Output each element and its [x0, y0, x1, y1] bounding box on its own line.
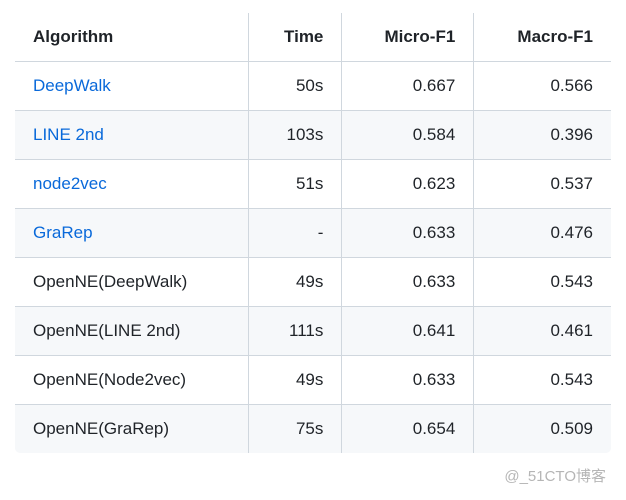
- algorithm-link[interactable]: GraRep: [33, 223, 93, 242]
- table-row: OpenNE(LINE 2nd) 111s0.6410.461: [15, 307, 612, 356]
- table-row: OpenNE(Node2vec) 49s0.6330.543: [15, 356, 612, 405]
- cell-macro-f1: 0.543: [474, 258, 612, 307]
- cell-micro-f1: 0.633: [342, 258, 474, 307]
- cell-macro-f1: 0.476: [474, 209, 612, 258]
- algorithm-text: OpenNE(LINE 2nd): [33, 321, 180, 340]
- cell-macro-f1: 0.566: [474, 62, 612, 111]
- cell-algorithm: OpenNE(Node2vec): [15, 356, 249, 405]
- cell-macro-f1: 0.396: [474, 111, 612, 160]
- cell-micro-f1: 0.584: [342, 111, 474, 160]
- cell-algorithm: OpenNE(GraRep): [15, 405, 249, 454]
- algorithm-text: OpenNE(GraRep): [33, 419, 169, 438]
- results-table: Algorithm Time Micro-F1 Macro-F1 DeepWal…: [14, 12, 612, 454]
- table-row: node2vec 51s0.6230.537: [15, 160, 612, 209]
- cell-algorithm: DeepWalk: [15, 62, 249, 111]
- col-header-time: Time: [248, 13, 341, 62]
- cell-macro-f1: 0.543: [474, 356, 612, 405]
- cell-macro-f1: 0.537: [474, 160, 612, 209]
- cell-algorithm: OpenNE(LINE 2nd): [15, 307, 249, 356]
- cell-time: 50s: [248, 62, 341, 111]
- cell-micro-f1: 0.641: [342, 307, 474, 356]
- table-row: OpenNE(DeepWalk) 49s0.6330.543: [15, 258, 612, 307]
- table-header-row: Algorithm Time Micro-F1 Macro-F1: [15, 13, 612, 62]
- table-row: LINE 2nd 103s0.5840.396: [15, 111, 612, 160]
- algorithm-text: OpenNE(Node2vec): [33, 370, 186, 389]
- cell-algorithm: LINE 2nd: [15, 111, 249, 160]
- algorithm-link[interactable]: LINE 2nd: [33, 125, 104, 144]
- cell-macro-f1: 0.461: [474, 307, 612, 356]
- watermark: @_51CTO博客: [504, 465, 606, 486]
- algorithm-text: OpenNE(DeepWalk): [33, 272, 187, 291]
- col-header-algorithm: Algorithm: [15, 13, 249, 62]
- col-header-macro-f1: Macro-F1: [474, 13, 612, 62]
- cell-time: -: [248, 209, 341, 258]
- cell-micro-f1: 0.633: [342, 209, 474, 258]
- table-body: DeepWalk50s0.6670.566LINE 2nd103s0.5840.…: [15, 62, 612, 454]
- cell-algorithm: GraRep: [15, 209, 249, 258]
- cell-micro-f1: 0.667: [342, 62, 474, 111]
- cell-time: 49s: [248, 258, 341, 307]
- table-row: OpenNE(GraRep) 75s0.6540.509: [15, 405, 612, 454]
- cell-time: 111s: [248, 307, 341, 356]
- algorithm-link[interactable]: DeepWalk: [33, 76, 111, 95]
- table-row: DeepWalk 50s0.6670.566: [15, 62, 612, 111]
- algorithm-link[interactable]: node2vec: [33, 174, 107, 193]
- cell-micro-f1: 0.633: [342, 356, 474, 405]
- cell-algorithm: OpenNE(DeepWalk): [15, 258, 249, 307]
- cell-macro-f1: 0.509: [474, 405, 612, 454]
- cell-time: 49s: [248, 356, 341, 405]
- cell-algorithm: node2vec: [15, 160, 249, 209]
- cell-time: 51s: [248, 160, 341, 209]
- col-header-micro-f1: Micro-F1: [342, 13, 474, 62]
- cell-micro-f1: 0.623: [342, 160, 474, 209]
- results-table-container: Algorithm Time Micro-F1 Macro-F1 DeepWal…: [0, 0, 626, 466]
- cell-time: 103s: [248, 111, 341, 160]
- table-row: GraRep -0.6330.476: [15, 209, 612, 258]
- cell-micro-f1: 0.654: [342, 405, 474, 454]
- cell-time: 75s: [248, 405, 341, 454]
